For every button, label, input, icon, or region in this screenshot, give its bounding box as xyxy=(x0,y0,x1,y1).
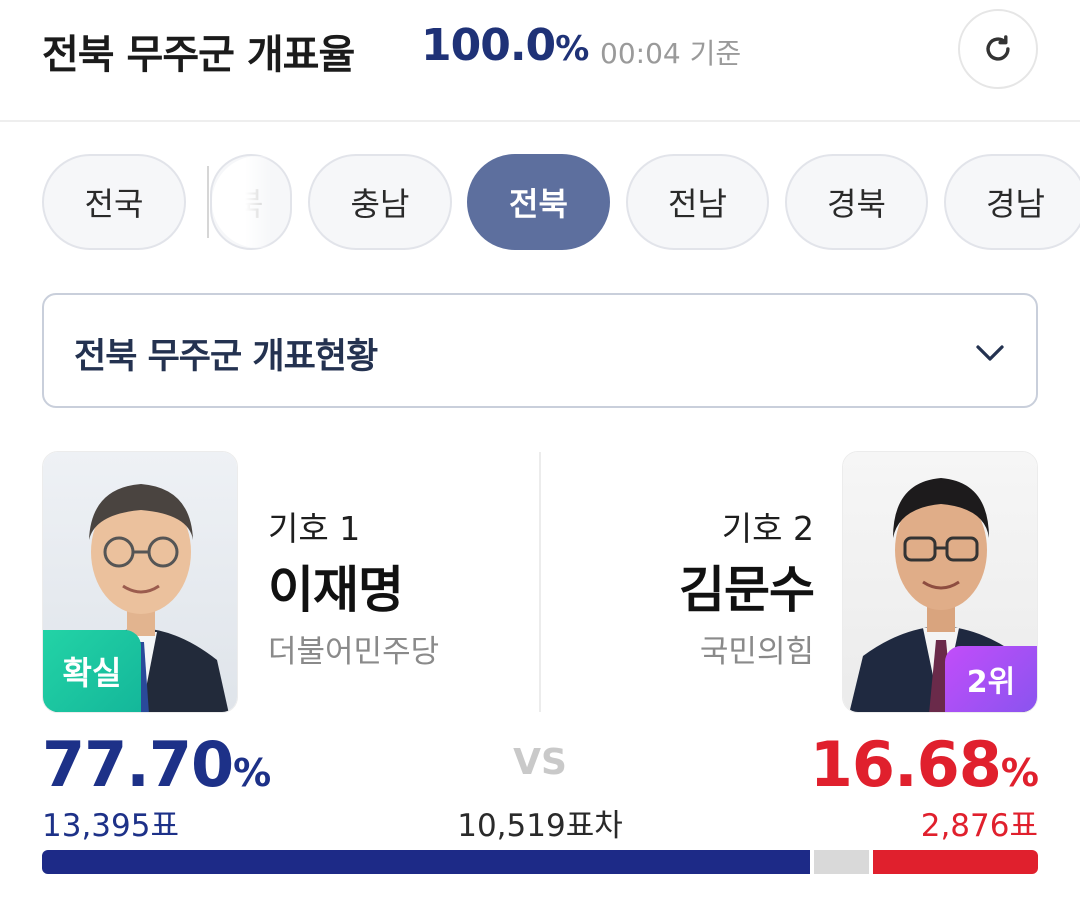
chevron-down-icon xyxy=(976,345,1004,361)
candidate-2-name: 김문수 xyxy=(679,561,815,619)
vote-share-bar-candidate-1 xyxy=(42,850,810,874)
refresh-icon xyxy=(986,35,1010,61)
refresh-button[interactable] xyxy=(958,9,1038,89)
tab-region-partial[interactable]: 북 xyxy=(210,154,292,250)
vote-margin: 10,519표차 xyxy=(457,808,623,844)
tab-region-gyeongnam[interactable]: 경남 xyxy=(944,154,1080,250)
tab-divider xyxy=(207,166,209,238)
candidate-1-party: 더불어민주당 xyxy=(268,634,440,670)
candidate-2-number: 기호 2 xyxy=(721,509,814,548)
candidate-2-photo: 2위 xyxy=(842,451,1038,713)
candidate-divider xyxy=(539,452,541,712)
candidate-2-party: 국민의힘 xyxy=(699,634,814,670)
candidate-2-percent: 16.68% xyxy=(809,728,1039,801)
candidate-1-percent-value: 77.70 xyxy=(42,728,234,801)
candidate-2-votes: 2,876표 xyxy=(920,808,1038,844)
page-title: 전북 무주군 개표율 xyxy=(42,32,355,78)
count-rate-value: 100.0 xyxy=(421,20,556,71)
header: 전북 무주군 개표율 100.0% 00:04 기준 xyxy=(0,0,1080,122)
district-select[interactable]: 전북 무주군 개표현황 xyxy=(42,293,1038,408)
candidate-1-percent: 77.70% xyxy=(42,728,271,801)
vs-label: VS xyxy=(513,742,567,783)
rank-badge: 2위 xyxy=(945,646,1037,712)
tab-region-nationwide[interactable]: 전국 xyxy=(42,154,186,250)
vote-share-bar xyxy=(42,850,1038,874)
timestamp: 00:04 기준 xyxy=(600,37,742,70)
candidate-2-percent-value: 16.68 xyxy=(809,728,1002,801)
tab-region-jeonnam[interactable]: 전남 xyxy=(626,154,769,250)
candidate-1-number: 기호 1 xyxy=(268,509,361,548)
vote-share-bar-others xyxy=(813,850,870,874)
tab-region-chungnam[interactable]: 충남 xyxy=(308,154,452,250)
tab-region-gyeongbuk[interactable]: 경북 xyxy=(785,154,928,250)
candidate-1-percent-unit: % xyxy=(233,751,271,795)
district-select-value: 전북 무주군 개표현황 xyxy=(74,337,378,377)
candidate-1-votes: 13,395표 xyxy=(42,808,179,844)
candidate-2-percent-unit: % xyxy=(1000,751,1039,795)
count-rate-unit: % xyxy=(555,29,589,69)
candidate-1-photo: 확실 xyxy=(42,451,238,713)
count-rate: 100.0% xyxy=(421,20,589,71)
confirmed-badge: 확실 xyxy=(43,630,141,712)
region-tabs: 전국 북 충남 전북 전남 경북 경남 xyxy=(0,154,1080,252)
candidate-1-name: 이재명 xyxy=(268,561,404,619)
vote-share-bar-candidate-2 xyxy=(873,850,1038,874)
tab-region-jeonbuk[interactable]: 전북 xyxy=(467,154,610,250)
